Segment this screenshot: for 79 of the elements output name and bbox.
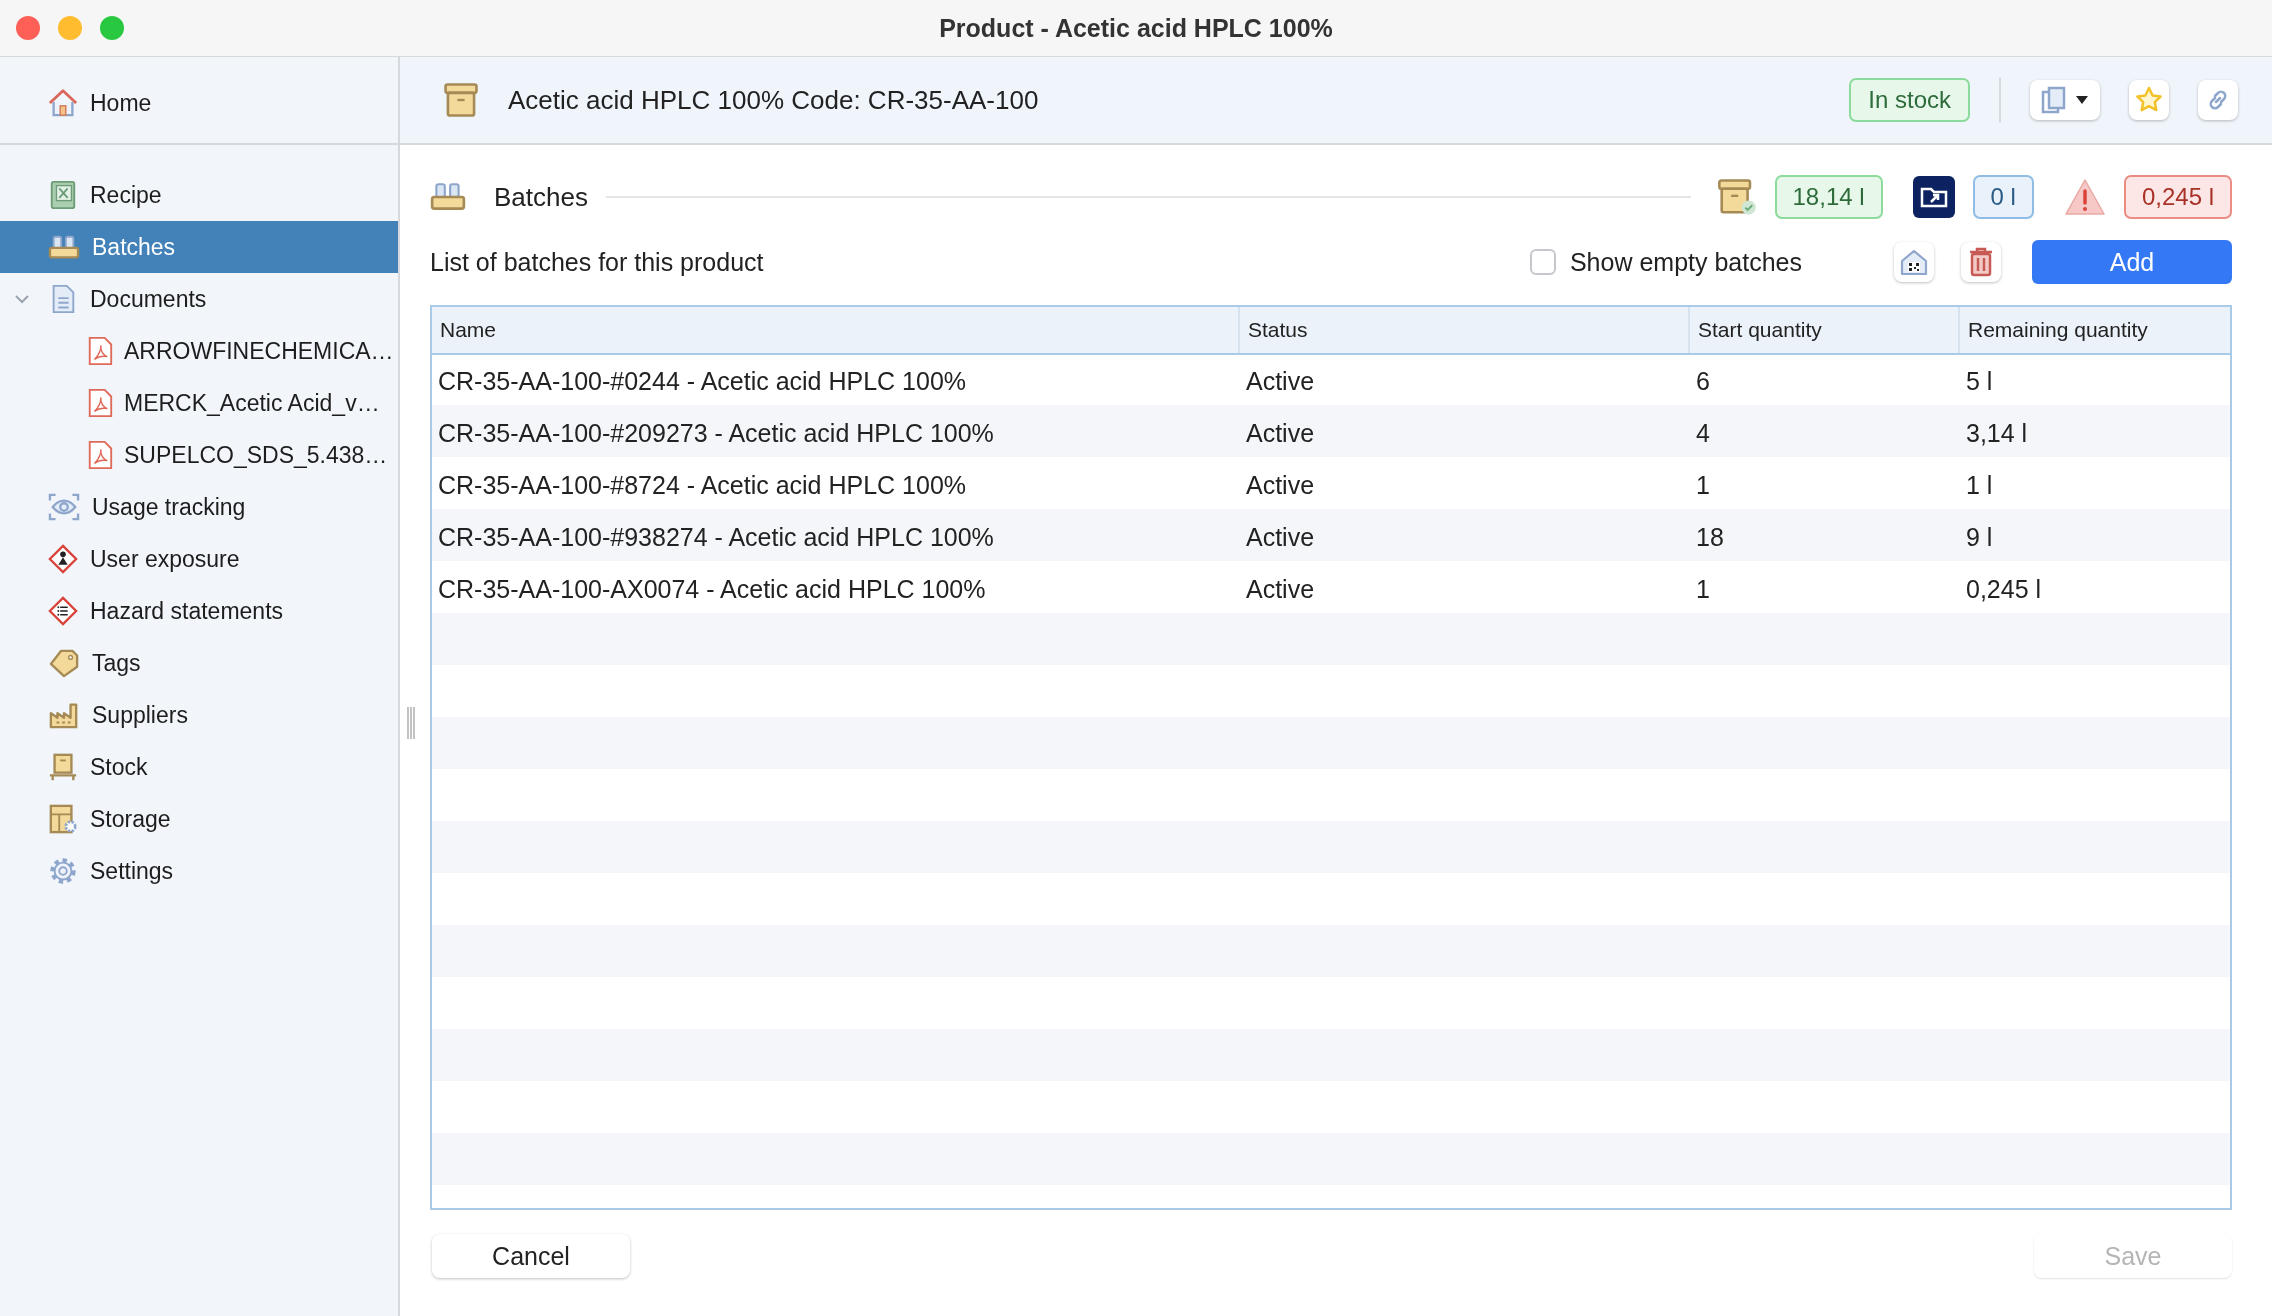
minimize-button[interactable] — [58, 16, 82, 40]
table-cell-text: 1 — [1695, 573, 1711, 605]
sidebar-item[interactable]: SUPELCO_SDS_5.438… — [0, 429, 398, 481]
sidebar-item[interactable]: Recipe — [0, 169, 398, 221]
list-description: List of batches for this product — [430, 247, 765, 277]
box-on-pallet-icon — [48, 752, 78, 782]
zoom-button[interactable] — [100, 16, 124, 40]
sidebar-item[interactable]: Hazard statements — [0, 585, 398, 637]
sidebar-item[interactable]: Home — [0, 77, 152, 129]
sidebar-item[interactable]: User exposure — [0, 533, 398, 585]
table-cell-text: 0,245 l — [1965, 573, 2043, 605]
settings-icon — [48, 856, 78, 886]
sidebar-item[interactable]: Batches — [0, 221, 398, 273]
table-cell-text: Active — [1245, 521, 1316, 553]
cabinet-gear-icon — [48, 804, 78, 834]
archive-box-icon — [442, 81, 480, 119]
label-print-button[interactable] — [1894, 242, 1934, 282]
column-header[interactable]: Remaining quantity — [1960, 307, 2230, 353]
pdf-file-icon — [86, 388, 114, 418]
table-cell-text: Active — [1245, 417, 1316, 449]
sidebar-item[interactable]: Tags — [0, 637, 398, 689]
table-cell-text: 1 l — [1965, 469, 1994, 501]
sidebar-item[interactable]: MERCK_Acetic Acid_v… — [0, 377, 398, 429]
pdf-file-icon — [86, 336, 114, 366]
delete-button[interactable] — [1961, 242, 2001, 282]
cancel-button[interactable]: Cancel — [432, 1234, 630, 1278]
qr-tag-icon — [1899, 247, 1929, 277]
house-icon — [48, 88, 78, 118]
window-title: Product - Acetic acid HPLC 100% — [939, 13, 1333, 43]
warning-icon — [2063, 178, 2106, 216]
sidebar-item[interactable]: Suppliers — [0, 689, 398, 741]
table-cell-text: CR-35-AA-100-#209273 - Acetic acid HPLC 100% — [437, 417, 995, 449]
favorite-button[interactable] — [2129, 80, 2169, 120]
sidebar-item[interactable]: Settings — [0, 845, 398, 897]
table-cell-text: 5 l — [1965, 365, 1994, 397]
table-cell-text: CR-35-AA-100-#938274 - Acetic acid HPLC 100% — [437, 521, 995, 553]
column-header[interactable]: Status — [1240, 307, 1690, 353]
trash-icon — [1968, 247, 1994, 277]
table-cell-text: 6 — [1695, 365, 1711, 397]
splitter-handle[interactable] — [406, 707, 416, 739]
caret-icon — [2075, 95, 2089, 105]
quantity-badge: 0 l — [1972, 175, 2034, 219]
table-cell-text: 3,14 l — [1965, 417, 2029, 449]
close-button[interactable] — [16, 16, 40, 40]
hazard-diamond-icon — [48, 544, 78, 574]
quantity-badge: 0,245 l — [2123, 175, 2232, 219]
sidebar-item[interactable]: Stock — [0, 741, 398, 793]
table-cell-text: 18 — [1695, 521, 1725, 553]
column-header[interactable]: Start quantity — [1690, 307, 1960, 353]
table-cell-text: Active — [1245, 573, 1316, 605]
book-icon — [48, 180, 78, 210]
sidebar-item[interactable]: Documents — [0, 273, 398, 325]
sidebar-item[interactable]: Usage tracking — [0, 481, 398, 533]
link-button[interactable] — [2198, 80, 2238, 120]
column-header[interactable]: Name — [432, 307, 1240, 353]
table-cell-text: 9 l — [1965, 521, 1994, 553]
checkbox-label[interactable]: Show empty batches — [1569, 247, 1802, 277]
quantity-badge: 18,14 l — [1774, 175, 1883, 219]
star-icon — [2135, 86, 2163, 114]
sidebar-item[interactable]: ARROWFINECHEMICA… — [0, 325, 398, 377]
tag-icon — [48, 648, 80, 678]
table-cell-text: CR-35-AA-100-#0244 - Acetic acid HPLC 100% — [437, 365, 968, 397]
section-title: Batches — [494, 181, 588, 213]
copy-dropdown-button[interactable] — [2030, 80, 2100, 120]
table-cell-text: Active — [1245, 365, 1316, 397]
table-cell-text: 1 — [1695, 469, 1711, 501]
table-cell-text: Active — [1245, 469, 1316, 501]
table-cell-text: CR-35-AA-100-#8724 - Acetic acid HPLC 100% — [437, 469, 968, 501]
hazard-list-icon — [48, 596, 78, 626]
product-title: Acetic acid HPLC 100% Code: CR-35-AA-100 — [508, 84, 1040, 116]
sidebar-item[interactable]: Storage — [0, 793, 398, 845]
checkbox[interactable] — [1529, 249, 1556, 275]
table-cell-text: CR-35-AA-100-AX0074 - Acetic acid HPLC 100% — [437, 573, 987, 605]
add-button[interactable]: Add — [2032, 240, 2232, 284]
status-badge: In stock — [1849, 78, 1970, 122]
table-cell-text: 4 — [1695, 417, 1711, 449]
pdf-file-icon — [86, 440, 114, 470]
box-check-icon — [1716, 178, 1757, 216]
eye-icon — [48, 492, 80, 522]
